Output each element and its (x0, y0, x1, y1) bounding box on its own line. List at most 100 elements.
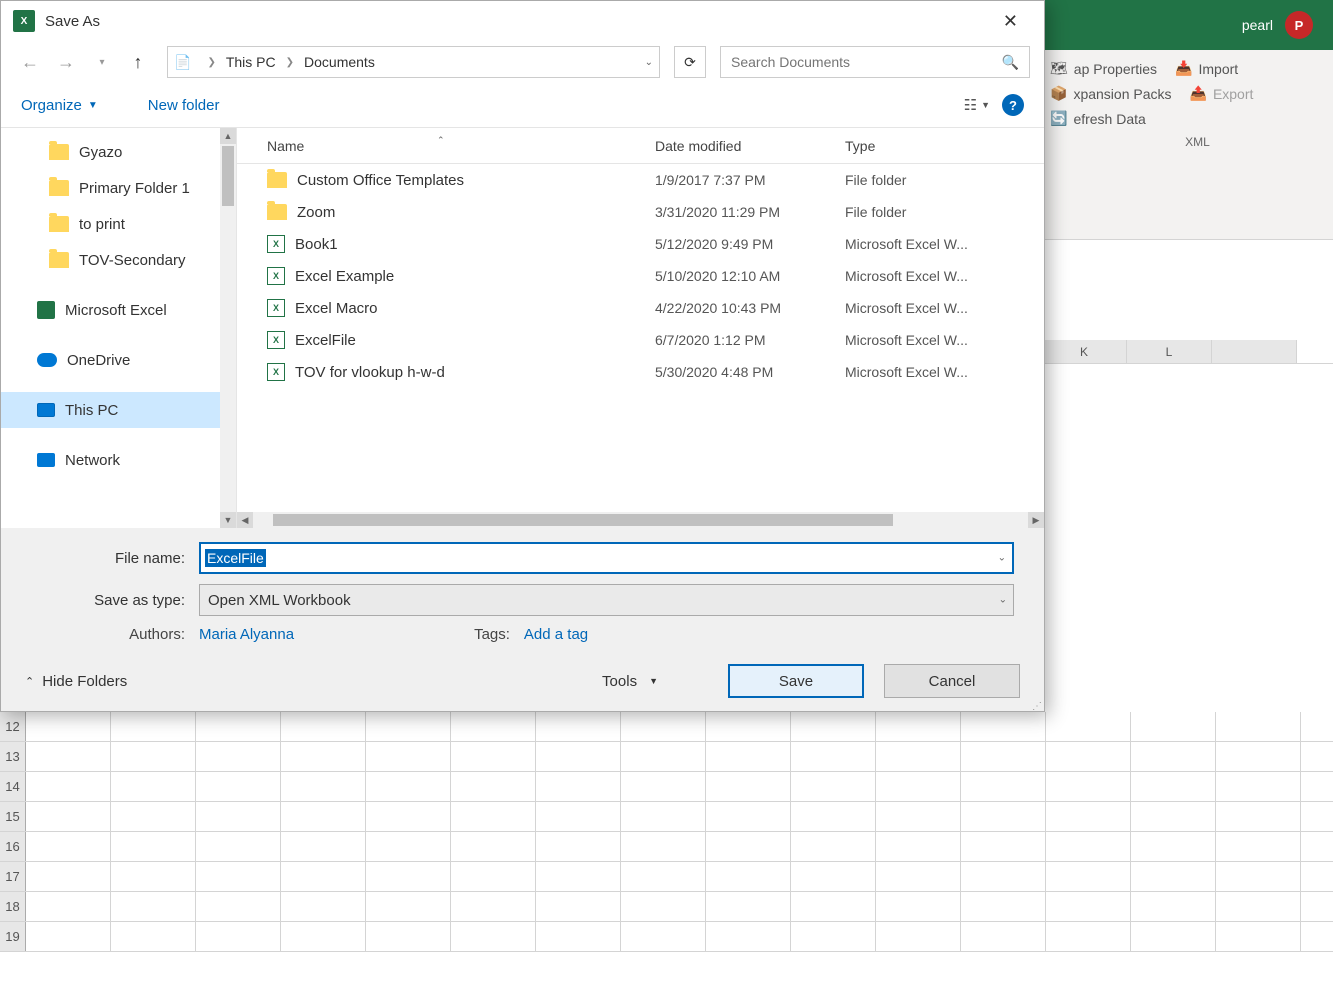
recent-locations-button[interactable]: ▾ (87, 47, 117, 77)
file-row[interactable]: Book15/12/2020 9:49 PMMicrosoft Excel W.… (237, 228, 1044, 260)
file-row[interactable]: Zoom3/31/2020 11:29 PMFile folder (237, 196, 1044, 228)
file-type: Microsoft Excel W... (837, 300, 1044, 316)
resize-grip-icon[interactable]: ⋰ (1032, 704, 1042, 709)
sidebar-item-gyazo[interactable]: Gyazo (1, 134, 236, 170)
authors-value[interactable]: Maria Alyanna (199, 626, 294, 643)
hide-folders-button[interactable]: ⌃ Hide Folders (25, 673, 127, 690)
dialog-button-bar: ⌃ Hide Folders Tools ▼ Save Cancel (1, 651, 1044, 711)
filename-label: File name: (31, 550, 199, 567)
column-header[interactable]: L (1127, 340, 1212, 363)
chevron-right-icon[interactable]: ❯ (286, 57, 294, 68)
row-header[interactable]: 15 (0, 802, 26, 831)
file-date: 3/31/2020 11:29 PM (647, 204, 837, 220)
folder-icon (267, 204, 287, 220)
column-name[interactable]: Name ⌃ (237, 138, 647, 154)
breadcrumb-root[interactable]: This PC (226, 54, 276, 70)
row-header[interactable]: 16 (0, 832, 26, 861)
column-date-modified[interactable]: Date modified (647, 138, 837, 154)
dialog-titlebar[interactable]: Save As ✕ (1, 1, 1044, 41)
sidebar-item-to-print[interactable]: to print (1, 206, 236, 242)
help-button[interactable]: ? (1002, 94, 1024, 116)
file-row[interactable]: Excel Macro4/22/2020 10:43 PMMicrosoft E… (237, 292, 1044, 324)
up-button[interactable]: ↑ (123, 47, 153, 77)
scroll-down-icon[interactable]: ▼ (220, 512, 236, 528)
chevron-down-icon: ▼ (649, 676, 658, 686)
row-header[interactable]: 18 (0, 892, 26, 921)
breadcrumb-current[interactable]: Documents (304, 54, 375, 70)
excel-file-icon (267, 363, 285, 381)
ribbon-export: 📤Export (1190, 85, 1254, 102)
horizontal-scrollbar[interactable]: ◀ ▶ (237, 512, 1044, 528)
column-header[interactable] (1212, 340, 1297, 363)
file-list-pane: Name ⌃ Date modified Type Custom Office … (237, 128, 1044, 528)
sidebar-item-network[interactable]: Network (1, 442, 236, 478)
forward-button[interactable]: → (51, 47, 81, 77)
excel-file-icon (267, 235, 285, 253)
new-folder-button[interactable]: New folder (148, 97, 220, 114)
chevron-right-icon[interactable]: ❯ (207, 57, 215, 68)
sidebar-item-onedrive[interactable]: OneDrive (1, 342, 236, 378)
sidebar-item-tov-secondary[interactable]: TOV-Secondary (1, 242, 236, 278)
back-button[interactable]: ← (15, 47, 45, 77)
filename-value[interactable]: ExcelFile (205, 549, 266, 567)
cancel-button[interactable]: Cancel (884, 664, 1020, 698)
chevron-down-icon[interactable]: ⌄ (999, 595, 1007, 606)
column-header[interactable]: K (1042, 340, 1127, 363)
search-input[interactable] (731, 54, 1002, 70)
row-header[interactable]: 12 (0, 712, 26, 741)
excel-file-icon (267, 299, 285, 317)
refresh-button[interactable]: ⟳ (674, 46, 706, 78)
user-name[interactable]: pearl (1242, 17, 1273, 33)
sidebar-item-primary-folder-1[interactable]: Primary Folder 1 (1, 170, 236, 206)
ribbon-import[interactable]: 📥Import (1175, 60, 1238, 77)
file-row[interactable]: TOV for vlookup h-w-d5/30/2020 4:48 PMMi… (237, 356, 1044, 388)
ribbon-expansion-packs[interactable]: 📦xpansion Packs (1050, 85, 1172, 102)
file-date: 5/30/2020 4:48 PM (647, 364, 837, 380)
file-row[interactable]: Custom Office Templates1/9/2017 7:37 PMF… (237, 164, 1044, 196)
tags-value[interactable]: Add a tag (524, 626, 588, 643)
folder-icon (267, 172, 287, 188)
row-header[interactable]: 14 (0, 772, 26, 801)
address-dropdown-icon[interactable]: ⌄ (645, 57, 653, 68)
dialog-title: Save As (45, 13, 989, 30)
file-name: ExcelFile (295, 332, 356, 349)
scroll-right-icon[interactable]: ▶ (1028, 512, 1044, 528)
savetype-select[interactable]: Open XML Workbook ⌄ (199, 584, 1014, 616)
file-row[interactable]: ExcelFile6/7/2020 1:12 PMMicrosoft Excel… (237, 324, 1044, 356)
file-list[interactable]: Custom Office Templates1/9/2017 7:37 PMF… (237, 164, 1044, 512)
content-area: Gyazo Primary Folder 1 to printTOV-Seconda… (1, 127, 1044, 528)
row-header[interactable]: 17 (0, 862, 26, 891)
sidebar-item-label: Primary Folder 1 (79, 180, 190, 197)
row-header[interactable]: 13 (0, 742, 26, 771)
sidebar-item-microsoft-excel[interactable]: Microsoft Excel (1, 292, 236, 328)
navigation-tree[interactable]: Gyazo Primary Folder 1 to printTOV-Seconda… (1, 128, 237, 528)
search-box[interactable]: 🔍 (720, 46, 1030, 78)
scroll-thumb[interactable] (273, 514, 893, 526)
address-breadcrumb[interactable]: 📄 ❯ This PC ❯ Documents ⌄ (167, 46, 660, 78)
dialog-toolbar: Organize ▼ New folder ☷ ▼ ? (1, 83, 1044, 127)
organize-button[interactable]: Organize ▼ (21, 97, 98, 114)
file-row[interactable]: Excel Example5/10/2020 12:10 AMMicrosoft… (237, 260, 1044, 292)
ribbon-map-properties[interactable]: 🗺ap Properties (1050, 60, 1157, 77)
view-options-button[interactable]: ☷ ▼ (964, 96, 990, 114)
row-header[interactable]: 19 (0, 922, 26, 951)
search-icon[interactable]: 🔍 (1002, 54, 1019, 71)
filename-input[interactable]: ExcelFile ⌄ (199, 542, 1014, 574)
tags-label: Tags: (474, 626, 510, 643)
authors-label: Authors: (31, 626, 199, 643)
scroll-thumb[interactable] (222, 146, 234, 206)
save-button[interactable]: Save (728, 664, 864, 698)
tools-button[interactable]: Tools ▼ (602, 673, 658, 690)
sidebar-item-label: This PC (65, 402, 118, 419)
scroll-left-icon[interactable]: ◀ (237, 512, 253, 528)
scroll-up-icon[interactable]: ▲ (220, 128, 236, 144)
user-avatar[interactable]: P (1285, 11, 1313, 39)
ribbon-refresh-data[interactable]: 🔄efresh Data (1050, 110, 1146, 127)
column-type[interactable]: Type (837, 138, 1044, 154)
sidebar-scrollbar[interactable]: ▲ ▼ (220, 128, 236, 528)
chevron-down-icon[interactable]: ⌄ (998, 553, 1006, 564)
close-button[interactable]: ✕ (989, 6, 1032, 36)
spreadsheet-rows[interactable]: 12 13 14 15 16 17 18 19 (0, 712, 1333, 952)
sidebar-item-this-pc[interactable]: This PC (1, 392, 236, 428)
file-list-header[interactable]: Name ⌃ Date modified Type (237, 128, 1044, 164)
